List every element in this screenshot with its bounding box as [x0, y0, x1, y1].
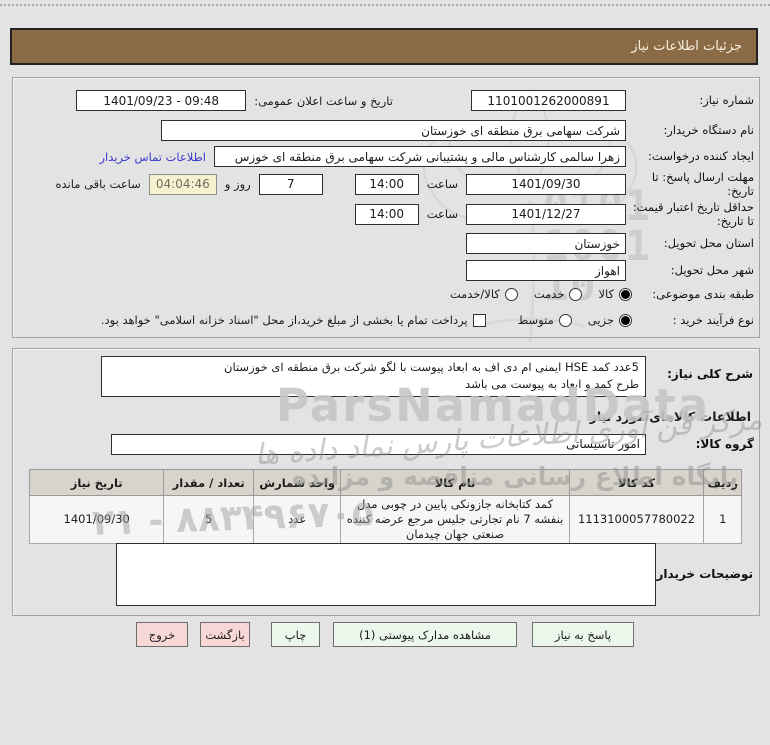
col-item-name: نام کالا: [340, 469, 570, 496]
radio-medium[interactable]: [558, 313, 572, 327]
days-label: روز و: [224, 177, 251, 191]
request-creator-label: ایجاد کننده درخواست:: [648, 149, 754, 164]
need-number-field[interactable]: 1101001262000891: [471, 90, 626, 111]
buyer-org-field[interactable]: شرکت سهامی برق منطقه ای خوزستان: [161, 120, 626, 141]
col-need-date: تاریخ نیاز: [28, 469, 165, 496]
city-field[interactable]: اهواز: [466, 260, 626, 281]
cell-unit: عدد: [252, 495, 342, 544]
cell-row-no: 1: [703, 495, 742, 544]
description-line-1: 5عدد کمد HSE ایمنی ام دی اف به ابعاد پیو…: [224, 360, 639, 374]
col-item-code: کد کالا: [568, 469, 705, 496]
radio-partial-label: جزیی: [587, 313, 614, 328]
announcement-datetime-field[interactable]: 1401/09/23 - 09:48: [76, 90, 247, 111]
countdown-timer: 04:04:46: [148, 173, 217, 195]
goods-table: ردیف کد کالا نام کالا واحد شمارش تعداد /…: [28, 469, 742, 544]
reply-deadline-label: مهلت ارسال پاسخ: تا تاریخ:: [651, 169, 754, 198]
exit-button[interactable]: خروج: [136, 622, 188, 647]
radio-medium-label: متوسط: [517, 313, 554, 328]
col-unit: واحد شمارش: [252, 469, 342, 496]
title-bar: جزئیات اطلاعات نیاز: [10, 28, 758, 65]
price-validity-date-field[interactable]: 1401/12/27: [466, 203, 626, 225]
classification-label: طبقه بندی موضوعی:: [652, 287, 754, 301]
need-info-panel: شماره نیاز: 1101001262000891 تاریخ و ساع…: [12, 77, 760, 338]
reply-deadline-hour-label: ساعت: [426, 177, 458, 191]
days-remaining-field: 7: [258, 173, 323, 195]
buyer-contact-link[interactable]: اطلاعات تماس خریدار: [99, 150, 206, 164]
radio-goods-service[interactable]: [504, 287, 518, 301]
province-field[interactable]: خوزستان: [466, 233, 626, 254]
announcement-label: تاریخ و ساعت اعلان عمومی:: [254, 93, 393, 108]
cell-quantity: 5: [163, 495, 254, 544]
price-validity-time-field[interactable]: 14:00: [354, 203, 419, 225]
radio-goods-label: کالا: [598, 287, 614, 302]
buyer-notes-label: توضیحات خریدار:: [651, 567, 753, 581]
description-field[interactable]: 5عدد کمد HSE ایمنی ام دی اف به ابعاد پیو…: [101, 356, 646, 397]
reply-deadline-date-field[interactable]: 1401/09/30: [466, 173, 626, 195]
description-label: شرح کلی نیاز:: [667, 367, 753, 381]
goods-table-header-row: ردیف کد کالا نام کالا واحد شمارش تعداد /…: [28, 469, 742, 496]
treasury-checkbox-label: پرداخت تمام یا بخشی از مبلغ خرید،از محل …: [100, 313, 468, 328]
treasury-checkbox[interactable]: [472, 313, 486, 327]
buyer-notes-field[interactable]: [116, 543, 656, 606]
col-quantity: تعداد / مقدار: [163, 469, 254, 496]
price-validity-hour-label: ساعت: [426, 207, 458, 221]
need-number-label: شماره نیاز:: [699, 93, 754, 108]
goods-info-heading: اطلاعات کالاهای مورد نیاز: [589, 409, 751, 424]
radio-goods-service-label: کالا/خدمت: [449, 287, 500, 302]
hours-remaining-label: ساعت باقی مانده: [55, 177, 141, 191]
goods-group-label: گروه کالا:: [695, 436, 754, 451]
view-attachments-button[interactable]: مشاهده مدارک پیوستی (1): [333, 622, 517, 647]
buyer-org-label: نام دستگاه خریدار:: [663, 123, 754, 138]
cell-need-date: 1401/09/30: [28, 495, 165, 544]
reply-deadline-time-field[interactable]: 14:00: [354, 173, 419, 195]
radio-partial[interactable]: [619, 313, 632, 327]
reply-to-need-button[interactable]: پاسخ به نیاز: [532, 622, 634, 647]
price-validity-label: حداقل تاریخ اعتبار قیمت: تا تاریخ:: [632, 199, 754, 228]
back-button[interactable]: بازگشت: [200, 622, 250, 647]
need-description-panel: شرح کلی نیاز: 5عدد کمد HSE ایمنی ام دی ا…: [12, 348, 760, 616]
page-title: جزئیات اطلاعات نیاز: [631, 39, 742, 54]
cell-item-name: کمد کتابخانه جازونکی پایین در چوبی مدل ب…: [340, 495, 570, 544]
description-line-2: طرح کمد و ابعاد به پیوست می باشد: [465, 377, 639, 391]
print-button[interactable]: چاپ: [271, 622, 320, 647]
province-label: استان محل تحویل:: [663, 236, 754, 251]
radio-service[interactable]: [569, 287, 583, 301]
page-top-perforation: [0, 4, 770, 6]
request-creator-field[interactable]: زهرا سالمی کارشناس مالی و پشتیبانی شرکت …: [214, 146, 626, 167]
need-details-page: { "title_bar": { "text": "جزئیات اطلاعات…: [0, 0, 770, 745]
table-row: 1 1113100057780022 کمد کتابخانه جازونکی …: [28, 495, 742, 544]
col-row-no: ردیف: [703, 469, 742, 496]
city-label: شهر محل تحویل:: [670, 263, 754, 278]
radio-goods[interactable]: [619, 287, 632, 301]
radio-service-label: خدمت: [533, 287, 565, 302]
goods-group-field[interactable]: امور تاسیساتی: [111, 433, 646, 455]
purchase-process-label: نوع فرآیند خرید :: [672, 313, 754, 327]
cell-item-code: 1113100057780022: [568, 495, 705, 544]
